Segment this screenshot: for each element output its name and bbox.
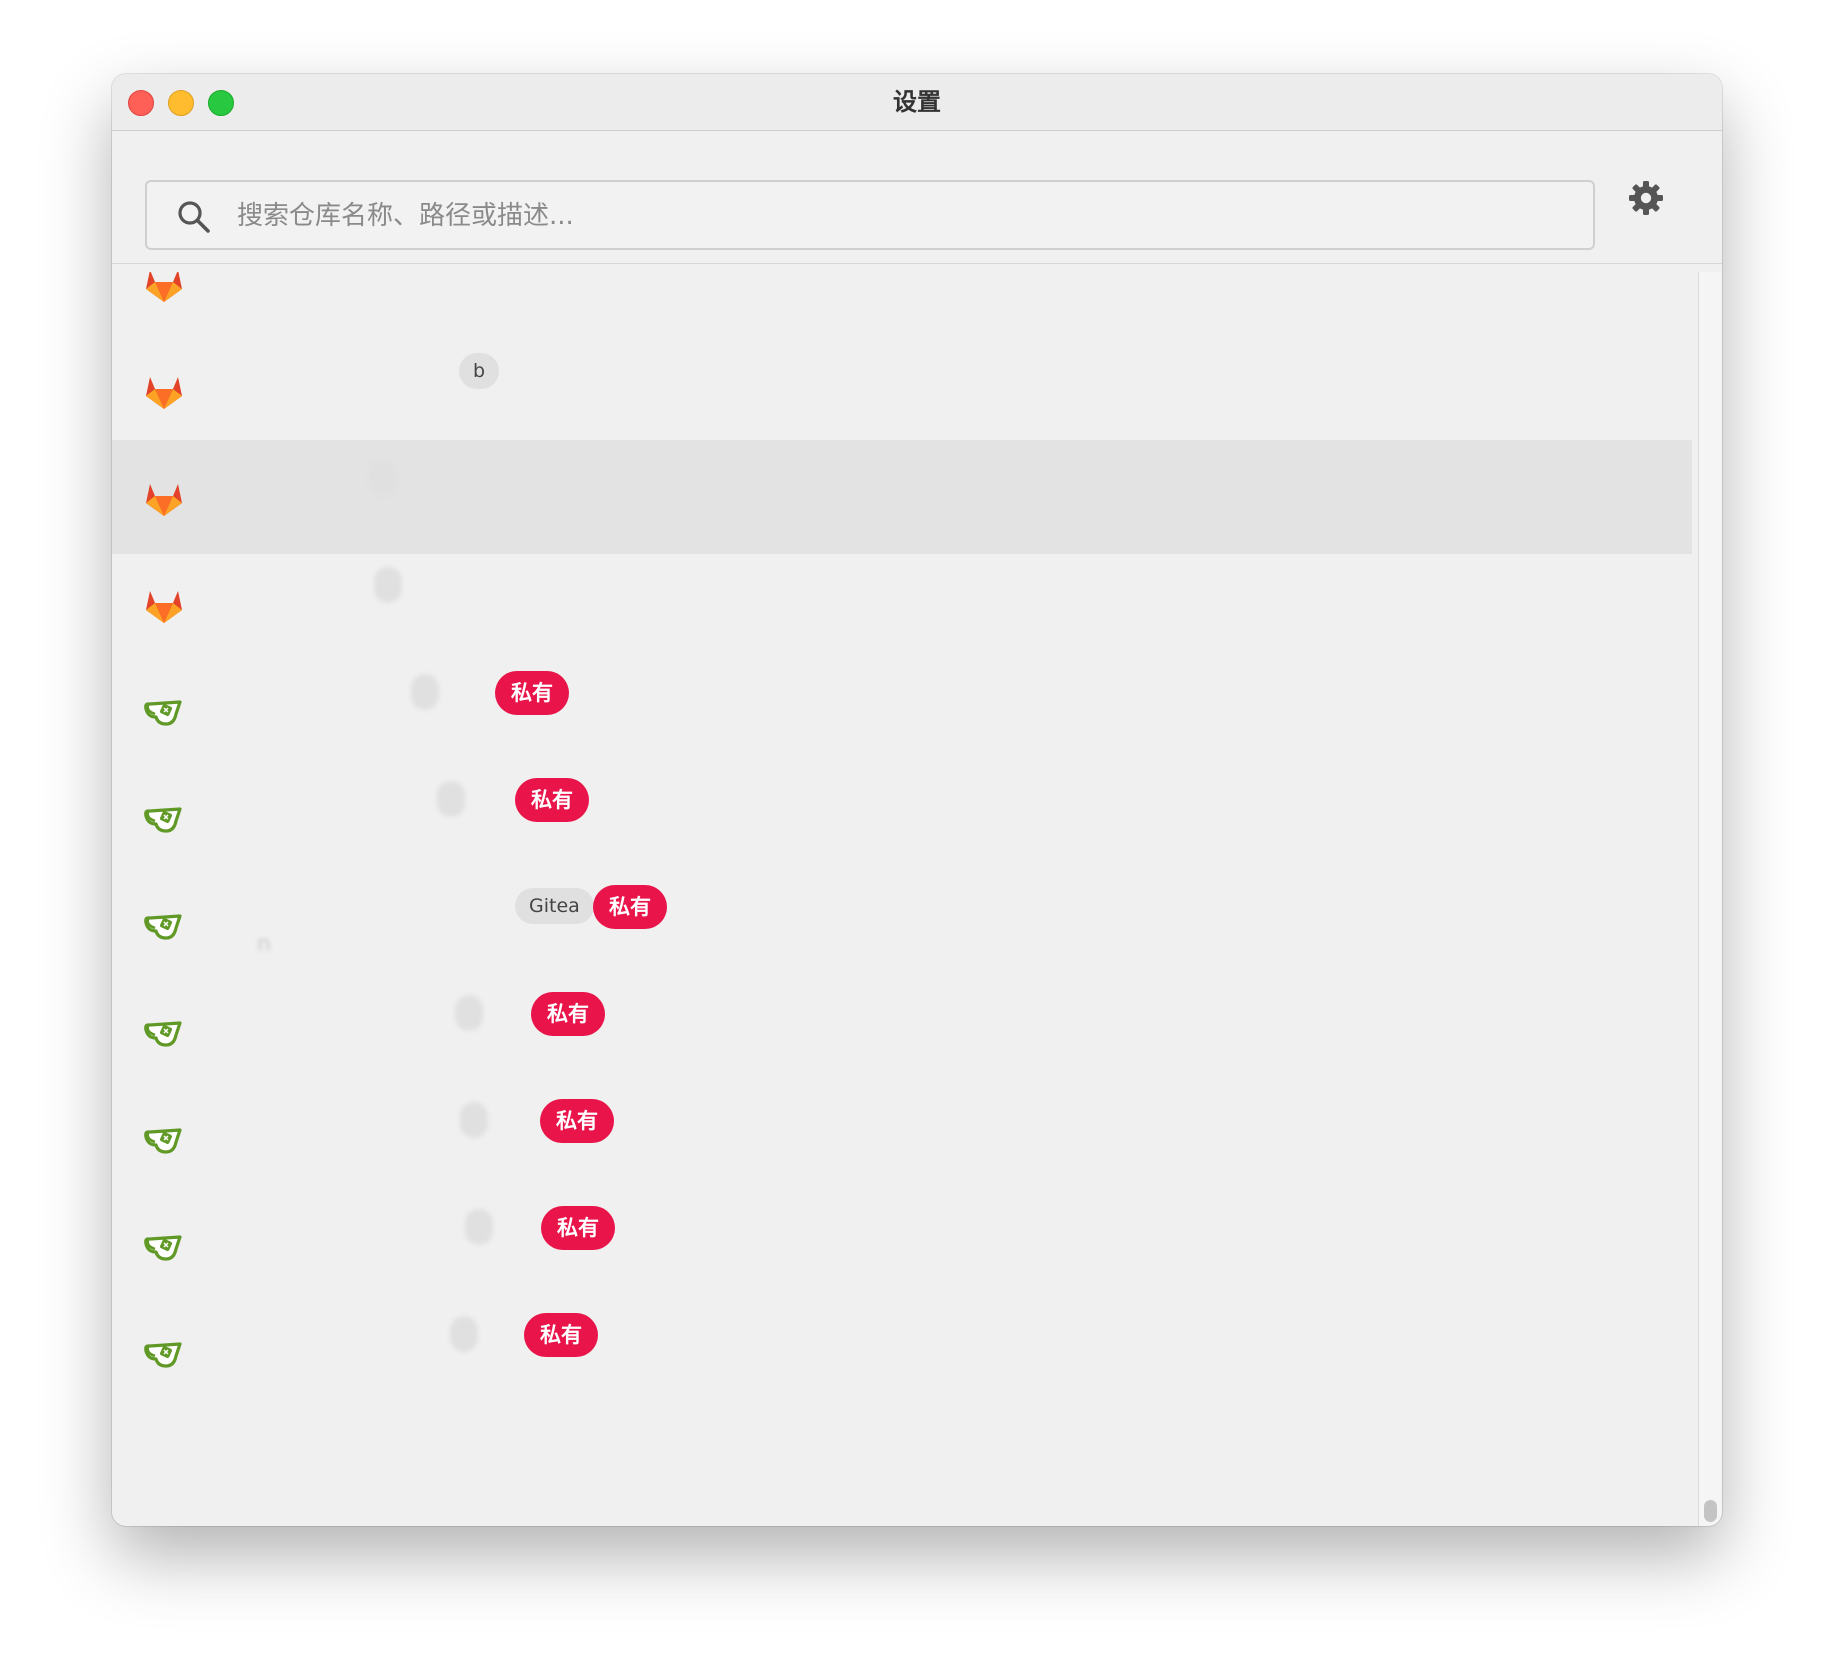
title-bar: 设置 xyxy=(112,74,1722,131)
list-item[interactable]: 私有 xyxy=(112,654,1692,768)
window-title: 设置 xyxy=(893,88,941,116)
list-item[interactable]: 私有 xyxy=(112,975,1692,1089)
provider-tag xyxy=(374,567,402,603)
gitlab-icon xyxy=(142,583,186,627)
search-box[interactable] xyxy=(145,180,1595,250)
provider-tag xyxy=(411,674,439,710)
private-badge: 私有 xyxy=(495,671,569,715)
gitlab-icon xyxy=(142,476,186,520)
list-item[interactable]: 私有 xyxy=(112,761,1692,875)
private-badge: 私有 xyxy=(593,885,667,929)
provider-tag: Gitea xyxy=(515,888,594,924)
search-input[interactable] xyxy=(235,182,1579,250)
private-badge: 私有 xyxy=(515,778,589,822)
list-item[interactable]: n Gitea 私有 xyxy=(112,868,1692,982)
gear-icon[interactable] xyxy=(1628,180,1664,216)
private-badge: 私有 xyxy=(540,1099,614,1143)
search-icon xyxy=(178,201,210,233)
list-item[interactable] xyxy=(112,440,1692,554)
provider-tag xyxy=(369,460,397,496)
gitea-icon xyxy=(142,904,186,948)
repo-path: n xyxy=(257,932,271,957)
gitea-icon xyxy=(142,690,186,734)
provider-tag xyxy=(465,1209,493,1245)
gitlab-icon xyxy=(142,272,186,306)
private-badge: 私有 xyxy=(524,1313,598,1357)
provider-tag xyxy=(450,1316,478,1352)
settings-window: 设置 b私有私有nGitea私有私有私有私有私有 xyxy=(112,74,1722,1526)
list-item[interactable] xyxy=(112,547,1692,661)
scrollbar[interactable] xyxy=(1698,272,1721,1526)
provider-tag xyxy=(460,1102,488,1138)
list-item[interactable]: 私有 xyxy=(112,1296,1692,1410)
gitea-icon xyxy=(142,1225,186,1269)
repository-list[interactable]: b 私有 私有 n Gitea 私有 私有 私有 私有 私有 xyxy=(112,272,1692,1526)
list-item[interactable]: b xyxy=(112,333,1692,447)
list-item[interactable]: 私有 xyxy=(112,1082,1692,1196)
list-item[interactable]: 私有 xyxy=(112,1189,1692,1303)
scrollbar-thumb[interactable] xyxy=(1704,1500,1717,1522)
provider-tag xyxy=(455,995,483,1031)
private-badge: 私有 xyxy=(541,1206,615,1250)
gitea-icon xyxy=(142,1332,186,1376)
provider-tag xyxy=(437,781,465,817)
list-item[interactable] xyxy=(112,272,1692,340)
gitlab-icon xyxy=(142,369,186,413)
gitea-icon xyxy=(142,1011,186,1055)
gitea-icon xyxy=(142,1118,186,1162)
gitea-icon xyxy=(142,797,186,841)
provider-tag: b xyxy=(459,353,500,389)
private-badge: 私有 xyxy=(531,992,605,1036)
